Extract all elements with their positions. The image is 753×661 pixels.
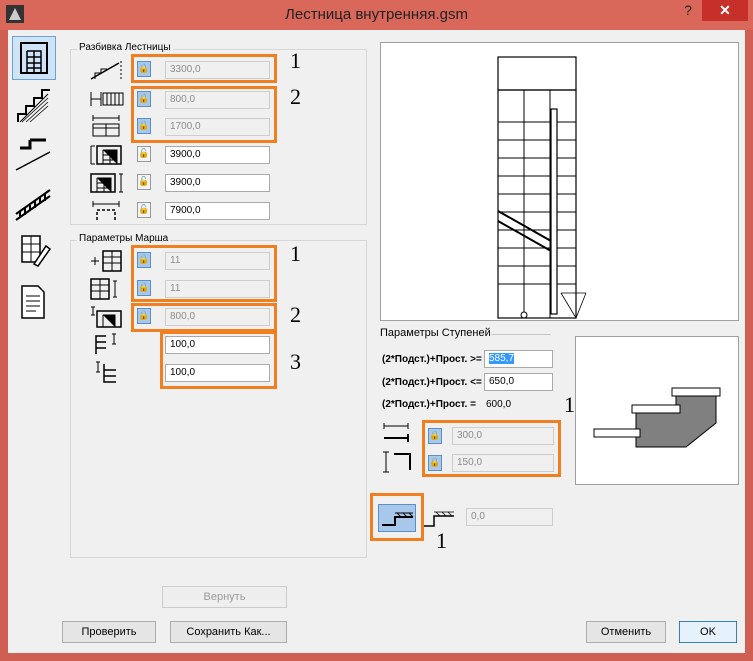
close-button[interactable]: ✕ [702,0,748,21]
tool-section[interactable] [12,84,56,128]
check-button[interactable]: Проверить [62,621,156,643]
riser-count-icon [91,250,122,272]
flight-group-label: Параметры Марша [77,233,171,244]
cancel-button[interactable]: Отменить [586,621,666,643]
annotation-box-5 [160,331,277,389]
ok-button[interactable]: OK [679,621,737,643]
rule-min-field[interactable]: 585,7 [484,350,553,368]
lock-toggle-6[interactable]: 🔓 [137,202,151,218]
riser-height-icon [383,451,411,473]
lock-toggle-4[interactable]: 🔓 [137,146,151,162]
annotation-box-1 [131,54,277,83]
annotation-box-7 [370,493,424,541]
tool-listing[interactable] [12,280,56,324]
annotation-box-6 [422,420,561,477]
revert-button[interactable]: Вернуть [162,586,287,608]
tool-plan-settings[interactable] [12,36,56,80]
stair-width-icon [90,173,123,193]
save-as-button[interactable]: Сохранить Как... [170,621,287,643]
stair-section-icon [17,89,50,123]
rule-max-label: (2*Подст.)+Прост. <= [382,377,482,388]
annotation-label-3: 1 [290,241,301,266]
steps-group-divider [491,334,551,335]
plan-preview [380,42,739,321]
steps-group-label: Параметры Ступеней [378,327,493,339]
breakdown-field-6[interactable]: 7900,0 [165,202,270,220]
document-icon [21,285,45,319]
landing-width-icon [90,92,124,106]
dialog-client: Разбивка Лестницы 🔒 3300,0 🔒 800,0 🔒 170… [8,30,745,653]
stair-plan-drawing [497,56,587,319]
annotation-label-2: 2 [290,84,301,109]
annotation-box-3 [131,245,277,302]
flight-width-icon [92,115,120,137]
railing-icon [15,189,51,221]
rule-eq-value: 600,0 [486,399,512,410]
rule-min-value: 585,7 [489,353,515,364]
annotation-label-6: 1 [564,392,575,417]
title-bar[interactable]: Лестница внутренняя.gsm ? ✕ [0,0,753,30]
materials-pencil-icon [21,235,52,267]
stair-plan-icon [20,42,48,74]
lock-toggle-5[interactable]: 🔓 [137,174,151,190]
breakdown-field-5[interactable]: 3900,0 [165,174,270,192]
rule-eq-label: (2*Подст.)+Прост. = [382,399,476,410]
tool-stringer[interactable] [12,132,56,176]
stringer-icon [15,138,51,171]
offset-end-icon [96,361,116,383]
stair-length-icon [90,145,122,165]
tread-count-icon [90,278,117,300]
annotation-box-4 [131,303,277,332]
rule-max-field[interactable]: 650,0 [484,373,553,391]
landing-depth-icon [91,306,122,328]
tool-materials[interactable] [12,228,56,272]
step-profile-drawing [593,387,721,448]
annotation-label-5: 3 [290,349,301,374]
offset-start-icon [95,333,116,354]
step-profile-preview [575,336,739,485]
rule-min-label: (2*Подст.)+Прост. >= [382,354,482,365]
annotation-label-4: 2 [290,302,301,327]
overall-size-icon [92,201,120,220]
window-title: Лестница внутренняя.gsm [285,6,468,23]
tread-depth-icon [383,423,409,442]
nosing-field[interactable]: 0,0 [466,508,553,526]
annotation-label-1: 1 [290,48,301,73]
breakdown-group-label: Разбивка Лестницы [77,42,173,53]
tool-railing[interactable] [12,180,56,224]
annotation-label-7: 1 [436,528,447,553]
total-length-icon [90,61,122,80]
help-button[interactable]: ? [678,2,698,22]
breakdown-field-4[interactable]: 3900,0 [165,146,270,164]
annotation-box-2 [131,86,277,143]
